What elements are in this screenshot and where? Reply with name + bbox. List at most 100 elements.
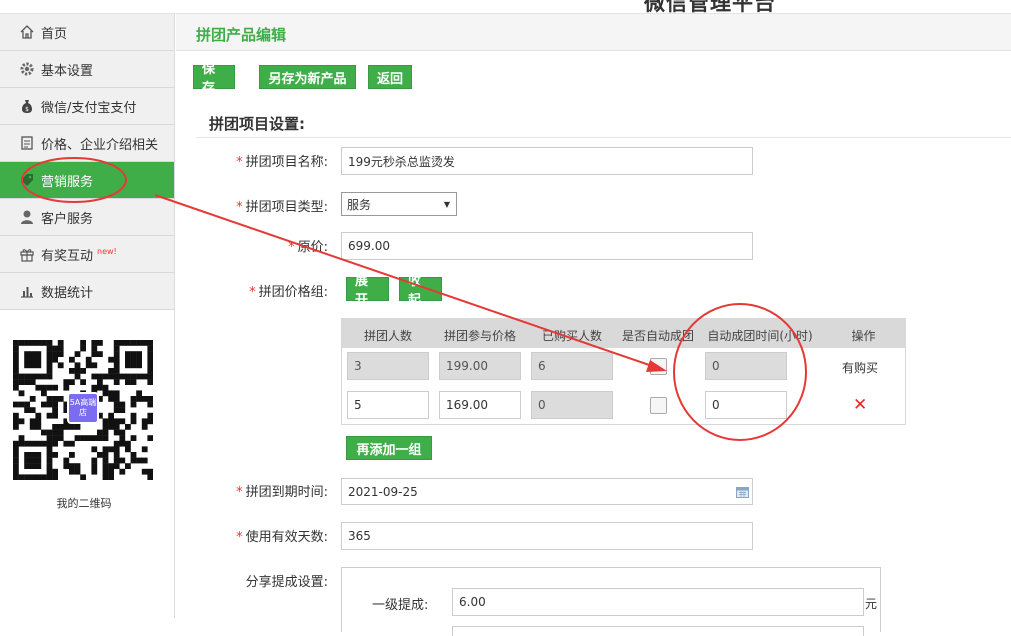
qr-module	[141, 446, 148, 453]
people-count-input[interactable]: 5	[347, 391, 429, 419]
sidebar-item-label: 微信/支付宝支付	[41, 100, 137, 116]
tag-icon	[19, 172, 35, 188]
qr-module	[35, 384, 42, 391]
qr-module	[29, 351, 36, 357]
expire-date-input[interactable]: 2021-09-25	[341, 478, 753, 505]
qr-module	[102, 424, 109, 430]
save-as-new-button[interactable]: 另存为新产品	[259, 65, 356, 89]
qr-module	[41, 373, 47, 380]
qr-module	[102, 468, 109, 475]
column-header: 是否自动成团	[621, 329, 694, 343]
qr-module	[69, 463, 75, 469]
qr-module	[108, 390, 114, 397]
level2-input[interactable]	[452, 626, 864, 636]
qr-module	[24, 407, 30, 413]
qr-module	[125, 362, 131, 369]
qr-module	[136, 373, 142, 380]
sidebar-item-payment[interactable]: $ 微信/支付宝支付	[0, 88, 174, 125]
qr-module	[69, 356, 75, 363]
qr-module	[113, 446, 120, 453]
qr-module	[97, 429, 103, 436]
qr-module	[130, 457, 137, 464]
qr-module	[147, 412, 154, 419]
sidebar-item-price-company[interactable]: 价格、企业介绍相关	[0, 125, 174, 162]
original-price-input[interactable]: 699.00	[341, 232, 753, 260]
auto-group-checkbox[interactable]	[650, 358, 667, 375]
qr-module	[74, 368, 81, 374]
qr-module	[57, 424, 64, 430]
back-button[interactable]: 返回	[368, 65, 412, 89]
qr-caption: 我的二维码	[56, 497, 112, 510]
expand-button[interactable]: 展开	[346, 274, 389, 308]
qr-module	[24, 373, 30, 380]
sidebar-item-statistics[interactable]: 数据统计	[0, 273, 174, 310]
required-mark: *	[249, 285, 256, 300]
qr-module	[102, 390, 109, 397]
qr-module	[147, 345, 154, 352]
operation-text: 有购买	[842, 361, 879, 375]
save-button[interactable]: 保存	[193, 62, 235, 96]
qr-module	[18, 379, 25, 385]
qr-module	[52, 468, 58, 475]
sidebar-item-customer-service[interactable]: 客户服务	[0, 199, 174, 236]
qr-module	[113, 401, 120, 408]
qr-module	[46, 457, 53, 464]
qr-module	[52, 440, 58, 447]
calendar-icon[interactable]	[736, 486, 749, 501]
auto-group-checkbox[interactable]	[650, 397, 667, 414]
qr-module	[74, 468, 81, 475]
qr-module	[63, 457, 70, 464]
share-settings-box: 一级提成: 6.00 元	[341, 567, 881, 636]
qr-module	[46, 440, 53, 447]
auto-time-input[interactable]: 0	[705, 391, 787, 419]
qr-module	[102, 452, 109, 458]
qr-module	[108, 474, 114, 481]
qr-module	[13, 384, 19, 391]
qr-module	[13, 446, 19, 453]
qr-module	[91, 362, 98, 369]
sidebar: 首页 基本设置 $ 微信/支付宝支付 价格、企业介绍相关 营销服务 客户服务 有…	[0, 14, 175, 618]
add-group-button[interactable]: 再添加一组	[346, 436, 432, 460]
qr-module	[13, 368, 19, 374]
qr-module	[108, 418, 114, 425]
sidebar-item-home[interactable]: 首页	[0, 14, 174, 51]
top-bar: 微信管理平台	[0, 0, 1011, 14]
qr-module	[130, 340, 137, 346]
sidebar-item-prize-interaction[interactable]: 有奖互动 new!	[0, 236, 174, 273]
price-input[interactable]: 169.00	[439, 391, 521, 419]
qr-module	[91, 384, 98, 391]
qr-module	[113, 407, 120, 413]
level1-input[interactable]: 6.00	[452, 588, 864, 616]
qr-module	[24, 474, 30, 481]
qr-module	[13, 351, 19, 357]
qr-module	[24, 463, 30, 469]
sidebar-item-basic-settings[interactable]: 基本设置	[0, 51, 174, 88]
name-input[interactable]: 199元秒杀总监烫发	[341, 147, 753, 175]
required-mark: *	[236, 530, 243, 545]
collapse-button[interactable]: 收起	[399, 274, 442, 308]
qr-module	[13, 362, 19, 369]
qr-module	[141, 468, 148, 475]
qr-module	[46, 474, 53, 481]
qr-module	[102, 418, 109, 425]
delete-row-icon[interactable]: ✕	[853, 395, 867, 415]
qr-module	[141, 418, 148, 425]
qr-module	[102, 384, 109, 391]
qr-module	[74, 463, 81, 469]
qr-module	[130, 452, 137, 458]
qr-module	[13, 440, 19, 447]
sidebar-item-marketing[interactable]: 营销服务	[0, 162, 174, 199]
qr-module	[13, 424, 19, 430]
qr-module	[136, 457, 142, 464]
qr-module	[35, 356, 42, 363]
qr-module	[85, 362, 92, 369]
qr-module	[141, 457, 148, 464]
qr-module	[18, 373, 25, 380]
qr-module	[29, 474, 36, 481]
qr-module	[147, 401, 154, 408]
type-select[interactable]: 服务 ▼	[341, 192, 457, 216]
qr-module	[147, 368, 154, 374]
valid-days-input[interactable]: 365	[341, 522, 753, 550]
qr-module	[29, 418, 36, 425]
sidebar-item-label: 基本设置	[41, 63, 94, 79]
